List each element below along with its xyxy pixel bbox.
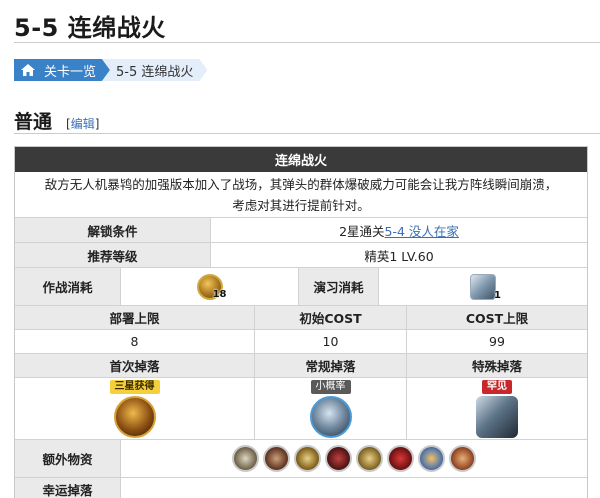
init-cost-value: 10 bbox=[255, 330, 407, 353]
stage-description: 敌方无人机暴鸨的加强版本加入了战场，其弹头的群体爆破威力可能会让我方阵线瞬间崩溃… bbox=[15, 172, 587, 218]
first-drop-item-icon[interactable] bbox=[113, 396, 156, 438]
material-icon[interactable] bbox=[449, 445, 476, 472]
first-drop-badge: 三星获得 bbox=[109, 380, 160, 394]
deploy-label: 部署上限 bbox=[15, 306, 255, 329]
unlock-stage-link[interactable]: 5-4 没人在家 bbox=[385, 221, 459, 240]
max-cost-value: 99 bbox=[407, 330, 587, 353]
normal-drop-badge: 小概率 bbox=[310, 380, 351, 394]
max-cost-label: COST上限 bbox=[407, 306, 587, 329]
practice-label: 演习消耗 bbox=[299, 268, 379, 305]
material-icon[interactable] bbox=[232, 445, 259, 472]
first-drop-cell: 三星获得 bbox=[15, 378, 255, 439]
page-title: 5-5 连绵战火 bbox=[14, 14, 166, 42]
special-drop-item-icon[interactable] bbox=[476, 396, 518, 438]
breadcrumb: 关卡一览 5-5 连绵战火 bbox=[14, 59, 207, 81]
next-label: 幸运掉落 bbox=[15, 478, 121, 498]
level-label: 推荐等级 bbox=[15, 243, 211, 267]
breadcrumb-second-label: 5-5 连绵战火 bbox=[116, 64, 194, 80]
init-cost-label: 初始COST bbox=[255, 306, 407, 329]
title-divider bbox=[14, 42, 600, 43]
normal-drop-label: 常规掉落 bbox=[255, 354, 407, 377]
section-title: 普通 bbox=[14, 111, 53, 133]
home-icon bbox=[20, 63, 36, 77]
first-drop-label: 首次掉落 bbox=[15, 354, 255, 377]
cost-value: 18 bbox=[121, 268, 299, 305]
extra-row: 额外物资 bbox=[15, 440, 587, 478]
special-drop-badge: 罕见 bbox=[482, 380, 512, 394]
unlock-label: 解锁条件 bbox=[15, 218, 211, 242]
section-divider bbox=[14, 133, 600, 134]
edit-link-wrapper: [编辑] bbox=[66, 117, 100, 131]
unlock-row: 解锁条件 2星通关 5-4 没人在家 bbox=[15, 218, 587, 243]
stage-name-header: 连绵战火 bbox=[15, 147, 587, 172]
material-icon[interactable] bbox=[325, 445, 352, 472]
extra-label: 额外物资 bbox=[15, 440, 121, 477]
normal-drop-cell: 小概率 bbox=[255, 378, 407, 439]
breadcrumb-home[interactable]: 关卡一览 bbox=[14, 59, 110, 81]
material-icon[interactable] bbox=[294, 445, 321, 472]
level-row: 推荐等级 精英1 LV.60 bbox=[15, 243, 587, 268]
extra-items bbox=[121, 440, 587, 477]
cost-row: 作战消耗 18 演习消耗 1 bbox=[15, 268, 587, 306]
material-icon[interactable] bbox=[356, 445, 383, 472]
deploy-value-row: 8 10 99 bbox=[15, 330, 587, 354]
unlock-value: 2星通关 5-4 没人在家 bbox=[211, 218, 587, 242]
deploy-header-row: 部署上限 初始COST COST上限 bbox=[15, 306, 587, 330]
breadcrumb-current: 5-5 连绵战火 bbox=[102, 59, 207, 81]
practice-value: 1 bbox=[379, 268, 587, 305]
deploy-value: 8 bbox=[15, 330, 255, 353]
special-drop-label: 特殊掉落 bbox=[407, 354, 587, 377]
drop-value-row: 三星获得 小概率 罕见 bbox=[15, 378, 587, 440]
cost-label: 作战消耗 bbox=[15, 268, 121, 305]
material-icon[interactable] bbox=[387, 445, 414, 472]
material-icon[interactable] bbox=[418, 445, 445, 472]
practice-ticket-icon[interactable]: 1 bbox=[470, 273, 501, 301]
level-value: 精英1 LV.60 bbox=[211, 243, 587, 267]
stage-info-table: 连绵战火 敌方无人机暴鸨的加强版本加入了战场，其弹头的群体爆破威力可能会让我方阵… bbox=[14, 146, 588, 498]
section-header: 普通 [编辑] bbox=[14, 107, 99, 134]
next-row: 幸运掉落 bbox=[15, 478, 587, 498]
sanity-icon[interactable]: 18 bbox=[196, 273, 227, 300]
drop-header-row: 首次掉落 常规掉落 特殊掉落 bbox=[15, 354, 587, 378]
special-drop-cell: 罕见 bbox=[407, 378, 587, 439]
normal-drop-item-icon[interactable] bbox=[309, 396, 352, 438]
breadcrumb-first-label: 关卡一览 bbox=[44, 64, 97, 80]
material-icon[interactable] bbox=[263, 445, 290, 472]
edit-link[interactable]: 编辑 bbox=[71, 117, 95, 131]
